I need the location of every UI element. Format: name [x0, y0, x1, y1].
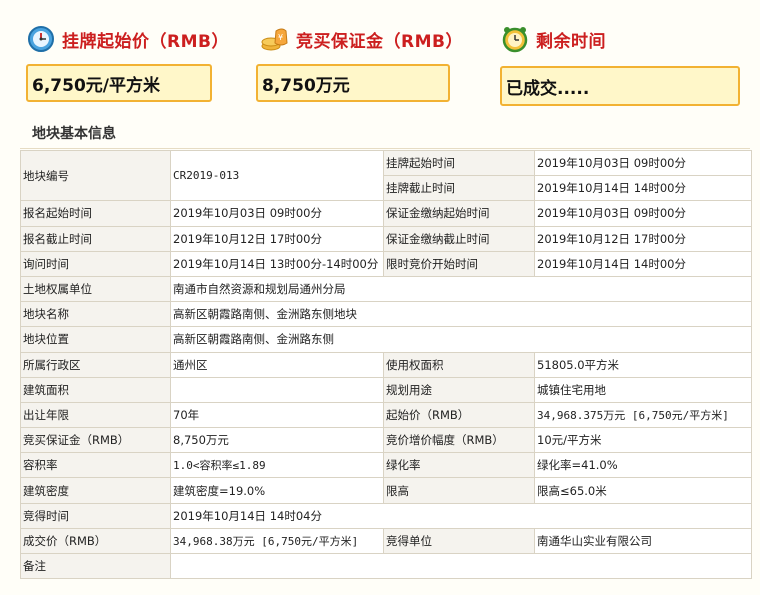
cell-label: 报名起始时间	[20, 200, 171, 227]
starting-price-value: 6,750元/平方米	[26, 64, 212, 102]
remaining-time-label: 剩余时间	[536, 31, 606, 52]
table-row: 出让年限 70年 起始价（RMB） 34,968.375万元 [6,750元/平…	[20, 401, 752, 429]
cell-label: 成交价（RMB）	[20, 527, 171, 555]
cell-value: 城镇住宅用地	[534, 376, 752, 403]
cell-value: 34,968.375万元 [6,750元/平方米]	[534, 401, 752, 429]
cell-label: 建筑面积	[20, 376, 171, 403]
table-row: 报名起始时间 2019年10月03日 09时00分 保证金缴纳起始时间 2019…	[20, 200, 752, 227]
cell-value: 8,750万元	[170, 427, 384, 454]
clock-gauge-icon	[26, 24, 56, 54]
cell-label: 限时竞价开始时间	[383, 250, 535, 277]
cell-value: 2019年10月03日 09时00分	[170, 200, 384, 227]
cell-value	[170, 552, 752, 580]
cell-value: 2019年10月14日 14时00分	[534, 175, 752, 202]
table-row: 地块名称 高新区朝霞路南侧、金洲路东侧地块	[20, 301, 752, 328]
cell-value: 51805.0平方米	[534, 351, 752, 378]
cell-label: 地块位置	[20, 326, 171, 353]
cell-label: 绿化率	[383, 452, 535, 479]
cell-value: 高新区朝霞路南侧、金洲路东侧地块	[170, 301, 752, 328]
cell-label: 起始价（RMB）	[383, 401, 535, 429]
cell-label: 限高	[383, 477, 535, 504]
cell-label: 地块名称	[20, 301, 171, 328]
cell-value: 2019年10月12日 17时00分	[534, 225, 752, 252]
cell-value: 2019年10月14日 14时00分	[534, 250, 752, 277]
cell-label: 竞买保证金（RMB）	[20, 427, 171, 454]
cell-label: 使用权面积	[383, 351, 535, 378]
cell-label: 保证金缴纳起始时间	[383, 200, 535, 227]
cell-value: 建筑密度=19.0%	[170, 477, 384, 504]
starting-price-label: 挂牌起始价（RMB）	[62, 31, 229, 52]
cell-label: 建筑密度	[20, 477, 171, 504]
section-divider	[20, 148, 750, 149]
cell-value: 2019年10月03日 09时00分	[534, 200, 752, 227]
cell-value: 70年	[170, 401, 384, 429]
cell-label: 地块编号	[20, 149, 171, 202]
cell-value: 34,968.38万元 [6,750元/平方米]	[170, 527, 384, 555]
cell-label: 竞得时间	[20, 502, 171, 529]
table-row: 地块编号 CR2019-013 挂牌起始时间 2019年10月03日 09时00…	[20, 149, 752, 202]
cell-label: 出让年限	[20, 401, 171, 429]
deposit-value: 8,750万元	[256, 64, 450, 102]
cell-value: 10元/平方米	[534, 427, 752, 454]
table-row: 地块位置 高新区朝霞路南侧、金洲路东侧	[20, 326, 752, 353]
deposit-label: 竞买保证金（RMB）	[296, 31, 463, 52]
table-row: 竞得时间 2019年10月14日 14时04分	[20, 502, 752, 529]
alarm-clock-icon	[500, 24, 530, 54]
cell-value	[170, 376, 384, 403]
table-row: 询问时间 2019年10月14日 13时00分-14时00分 限时竞价开始时间 …	[20, 250, 752, 277]
table-row: 土地权属单位 南通市自然资源和规划局通州分局	[20, 275, 752, 303]
cell-value: 2019年10月14日 13时00分-14时00分	[170, 250, 384, 277]
cell-value: 南通市自然资源和规划局通州分局	[170, 275, 752, 303]
cell-label: 报名截止时间	[20, 225, 171, 252]
cell-label: 所属行政区	[20, 351, 171, 378]
table-row: 备注	[20, 552, 752, 580]
cell-label: 容积率	[20, 452, 171, 479]
cell-value: 1.0<容积率≤1.89	[170, 452, 384, 479]
table-row: 建筑面积 规划用途 城镇住宅用地	[20, 376, 752, 403]
table-row: 所属行政区 通州区 使用权面积 51805.0平方米	[20, 351, 752, 378]
svg-text:¥: ¥	[278, 33, 283, 42]
table-row: 容积率 1.0<容积率≤1.89 绿化率 绿化率=41.0%	[20, 452, 752, 479]
parcel-info-table: 地块编号 CR2019-013 挂牌起始时间 2019年10月03日 09时00…	[20, 149, 752, 580]
cell-value: 2019年10月14日 14时04分	[170, 502, 752, 529]
cell-label: 保证金缴纳截止时间	[383, 225, 535, 252]
table-row: 报名截止时间 2019年10月12日 17时00分 保证金缴纳截止时间 2019…	[20, 225, 752, 252]
cell-label: 规划用途	[383, 376, 535, 403]
deposit-stat: ¥ 竞买保证金（RMB） 8,750万元	[256, 22, 463, 102]
cell-value: 2019年10月12日 17时00分	[170, 225, 384, 252]
cell-value: 南通华山实业有限公司	[534, 527, 752, 555]
table-row: 建筑密度 建筑密度=19.0% 限高 限高≤65.0米	[20, 477, 752, 504]
cell-value: 高新区朝霞路南侧、金洲路东侧	[170, 326, 752, 353]
remaining-time-value: 已成交.....	[500, 66, 740, 106]
table-row: 竞买保证金（RMB） 8,750万元 竞价增价幅度（RMB） 10元/平方米	[20, 427, 752, 454]
cell-value: 限高≤65.0米	[534, 477, 752, 504]
cell-label: 挂牌起始时间	[383, 149, 535, 177]
starting-price-stat: 挂牌起始价（RMB） 6,750元/平方米	[26, 22, 229, 102]
cell-value: 2019年10月03日 09时00分	[534, 149, 752, 177]
money-bag-icon: ¥	[260, 24, 290, 54]
cell-label: 竞价增价幅度（RMB）	[383, 427, 535, 454]
summary-header: 挂牌起始价（RMB） 6,750元/平方米 ¥ 竞买保证金（RMB） 8,750…	[0, 0, 760, 115]
cell-label: 询问时间	[20, 250, 171, 277]
table-row: 成交价（RMB） 34,968.38万元 [6,750元/平方米] 竞得单位 南…	[20, 527, 752, 555]
section-title: 地块基本信息	[32, 126, 116, 142]
cell-value: CR2019-013	[170, 149, 384, 202]
cell-label: 备注	[20, 552, 171, 580]
cell-label: 挂牌截止时间	[383, 175, 535, 202]
cell-value: 绿化率=41.0%	[534, 452, 752, 479]
cell-label: 土地权属单位	[20, 275, 171, 303]
cell-label: 竞得单位	[383, 527, 535, 555]
remaining-time-stat: 剩余时间 已成交.....	[500, 22, 740, 106]
cell-value: 通州区	[170, 351, 384, 378]
